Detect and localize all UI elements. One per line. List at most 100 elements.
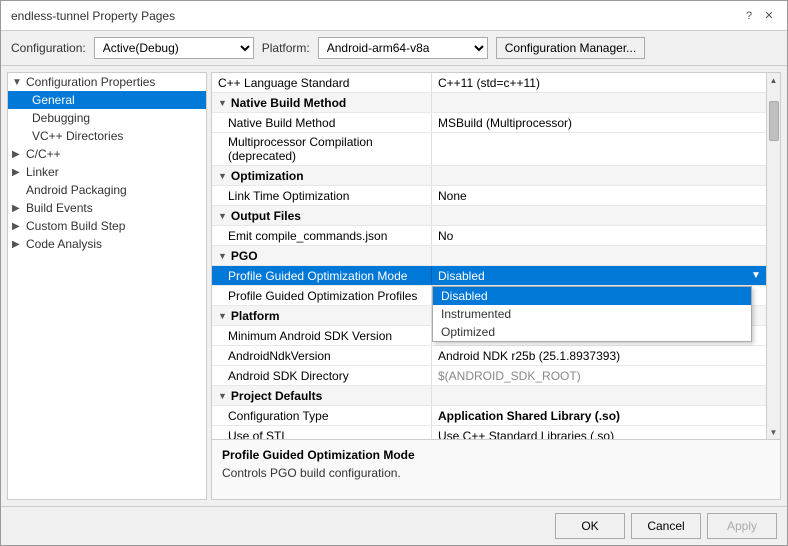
title-bar-controls: ? ✕ <box>741 8 777 24</box>
platform-select[interactable]: Android-arm64-v8a <box>318 37 488 59</box>
dialog: endless-tunnel Property Pages ? ✕ Config… <box>0 0 788 546</box>
content-area: C++ Language Standard C++11 (std=c++11) … <box>211 72 781 500</box>
expand-icon: ▶ <box>12 167 26 178</box>
close-button[interactable]: ✕ <box>761 8 777 24</box>
prop-value <box>432 206 766 225</box>
section-name: ▼Platform <box>212 306 432 325</box>
prop-value <box>432 93 766 112</box>
sidebar-item-general[interactable]: General <box>8 91 206 109</box>
configuration-select[interactable]: Active(Debug) <box>94 37 254 59</box>
section-name: ▼Output Files <box>212 206 432 225</box>
collapse-arrow-icon: ▼ <box>218 251 227 261</box>
section-name: ▼Optimization <box>212 166 432 185</box>
main-area: ▼ Configuration Properties General Debug… <box>7 72 781 500</box>
prop-value: MSBuild (Multiprocessor) <box>432 113 766 132</box>
table-row-section: ▼Output Files <box>212 206 766 226</box>
prop-name: Emit compile_commands.json <box>212 226 432 245</box>
dropdown-option-disabled[interactable]: Disabled <box>433 287 751 305</box>
prop-name: Profile Guided Optimization Mode <box>212 266 432 285</box>
collapse-arrow-icon: ▼ <box>218 391 227 401</box>
help-button[interactable]: ? <box>741 8 757 24</box>
info-title: Profile Guided Optimization Mode <box>222 448 770 462</box>
expand-icon: ▶ <box>12 203 26 214</box>
apply-button[interactable]: Apply <box>707 513 777 539</box>
sidebar-item-linker[interactable]: ▶ Linker <box>8 163 206 181</box>
sidebar-item-debugging[interactable]: Debugging <box>8 109 206 127</box>
sidebar-item-code-analysis[interactable]: ▶ Code Analysis <box>8 235 206 253</box>
collapse-arrow-icon: ▼ <box>218 98 227 108</box>
table-row: Configuration Type Application Shared Li… <box>212 406 766 426</box>
properties-scroll-area[interactable]: C++ Language Standard C++11 (std=c++11) … <box>212 73 766 439</box>
table-row: Use of STL Use C++ Standard Libraries (.… <box>212 426 766 439</box>
prop-name: AndroidNdkVersion <box>212 346 432 365</box>
config-bar: Configuration: Active(Debug) Platform: A… <box>1 31 787 66</box>
table-row: AndroidNdkVersion Android NDK r25b (25.1… <box>212 346 766 366</box>
expand-icon: ▶ <box>12 221 26 232</box>
sidebar: ▼ Configuration Properties General Debug… <box>7 72 207 500</box>
collapse-arrow-icon: ▼ <box>218 211 227 221</box>
sidebar-item-android-packaging[interactable]: Android Packaging <box>8 181 206 199</box>
sidebar-item-label: Configuration Properties <box>26 75 155 89</box>
sidebar-item-label: Linker <box>26 165 59 179</box>
dropdown-option-optimized[interactable]: Optimized <box>433 323 751 341</box>
section-name: ▼Project Defaults <box>212 386 432 405</box>
table-row: Android SDK Directory $(ANDROID_SDK_ROOT… <box>212 366 766 386</box>
config-label: Configuration: <box>11 41 86 55</box>
dropdown-option-instrumented[interactable]: Instrumented <box>433 305 751 323</box>
table-row: Native Build Method MSBuild (Multiproces… <box>212 113 766 133</box>
prop-name: Configuration Type <box>212 406 432 425</box>
table-row-section: ▼Project Defaults <box>212 386 766 406</box>
expand-icon: ▶ <box>12 239 26 250</box>
prop-value: $(ANDROID_SDK_ROOT) <box>432 366 766 385</box>
info-description: Controls PGO build configuration. <box>222 466 770 480</box>
cancel-button[interactable]: Cancel <box>631 513 701 539</box>
prop-name: Use of STL <box>212 426 432 439</box>
dropdown-button[interactable]: ▼ <box>746 266 766 285</box>
sidebar-item-vc-directories[interactable]: VC++ Directories <box>8 127 206 145</box>
prop-value: Use C++ Standard Libraries (.so) <box>432 426 766 439</box>
prop-value: Disabled ▼ <box>432 266 766 285</box>
sidebar-item-build-events[interactable]: ▶ Build Events <box>8 199 206 217</box>
prop-value <box>432 133 766 165</box>
prop-value: Android NDK r25b (25.1.8937393) <box>432 346 766 365</box>
table-row: Link Time Optimization None <box>212 186 766 206</box>
ok-button[interactable]: OK <box>555 513 625 539</box>
sidebar-item-label: Code Analysis <box>26 237 102 251</box>
prop-name: Native Build Method <box>212 113 432 132</box>
scroll-down-icon[interactable]: ▼ <box>767 425 781 439</box>
platform-label: Platform: <box>262 41 310 55</box>
title-bar: endless-tunnel Property Pages ? ✕ <box>1 1 787 31</box>
expand-icon: ▶ <box>12 149 26 160</box>
prop-name: Minimum Android SDK Version <box>212 326 432 345</box>
prop-value: No <box>432 226 766 245</box>
sidebar-item-cpp[interactable]: ▶ C/C++ <box>8 145 206 163</box>
button-bar: OK Cancel Apply <box>1 506 787 545</box>
table-row: Multiprocessor Compilation (deprecated) <box>212 133 766 166</box>
table-row: C++ Language Standard C++11 (std=c++11) <box>212 73 766 93</box>
collapse-arrow-icon: ▼ <box>218 311 227 321</box>
section-name: ▼PGO <box>212 246 432 265</box>
table-row-selected[interactable]: Profile Guided Optimization Mode Disable… <box>212 266 766 286</box>
prop-name: Android SDK Directory <box>212 366 432 385</box>
section-name: ▼Native Build Method <box>212 93 432 112</box>
collapse-icon: ▼ <box>12 77 26 88</box>
table-row-section: ▼PGO <box>212 246 766 266</box>
scroll-up-icon[interactable]: ▲ <box>767 73 781 87</box>
info-panel: Profile Guided Optimization Mode Control… <box>212 439 780 499</box>
sidebar-item-label: Android Packaging <box>26 183 127 197</box>
prop-value: C++11 (std=c++11) <box>432 73 766 92</box>
config-manager-button[interactable]: Configuration Manager... <box>496 37 645 59</box>
collapse-arrow-icon: ▼ <box>218 171 227 181</box>
sidebar-item-label: Build Events <box>26 201 93 215</box>
properties-table: C++ Language Standard C++11 (std=c++11) … <box>212 73 780 439</box>
prop-value: None <box>432 186 766 205</box>
sidebar-item-label: Custom Build Step <box>26 219 125 233</box>
sidebar-item-label: Debugging <box>32 111 90 125</box>
prop-value <box>432 166 766 185</box>
table-row: Emit compile_commands.json No <box>212 226 766 246</box>
scroll-thumb[interactable] <box>769 101 779 141</box>
prop-name: Multiprocessor Compilation (deprecated) <box>212 133 432 165</box>
sidebar-item-custom-build-step[interactable]: ▶ Custom Build Step <box>8 217 206 235</box>
scrollbar[interactable]: ▲ ▼ <box>766 73 780 439</box>
sidebar-item-config-properties[interactable]: ▼ Configuration Properties <box>8 73 206 91</box>
